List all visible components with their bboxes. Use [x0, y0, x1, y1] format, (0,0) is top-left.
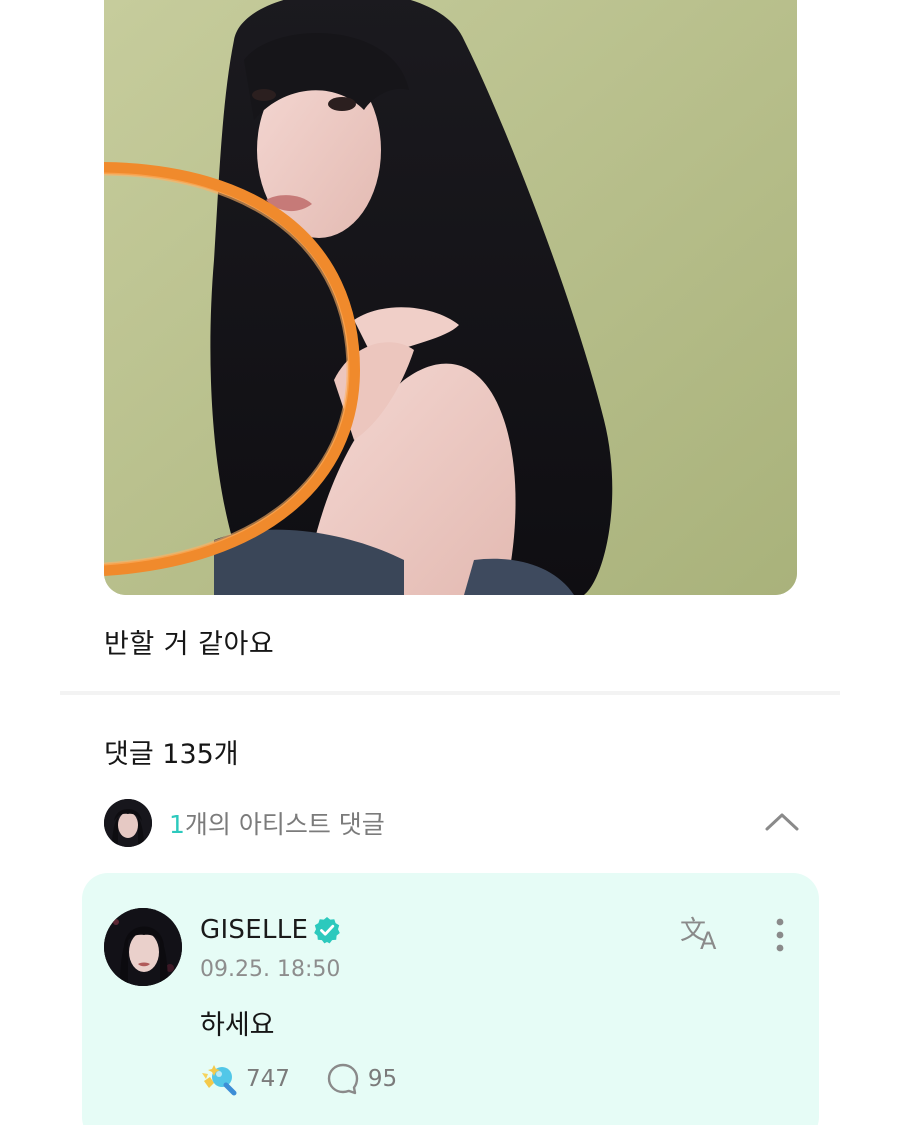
author-name[interactable]: GISELLE — [200, 915, 308, 945]
more-options-icon[interactable] — [770, 915, 790, 955]
comments-count-heading: 댓글 135개 — [104, 732, 239, 771]
reply-count: 95 — [367, 1066, 398, 1092]
post-caption: 반할 거 같아요 — [104, 629, 275, 660]
translate-icon[interactable]: 文 A — [680, 913, 726, 953]
reply-button[interactable]: 95 — [326, 1062, 397, 1096]
artist-comment-card: GISELLE 09.25. 18:50 文 A 하세요 747 95 — [82, 873, 819, 1125]
like-count: 747 — [246, 1066, 290, 1092]
comment-timestamp: 09.25. 18:50 — [200, 957, 341, 982]
like-button[interactable]: 747 — [200, 1061, 290, 1097]
artist-comments-count: 1 — [169, 810, 185, 839]
like-reaction-icon — [202, 1065, 237, 1096]
artist-comments-label: 1개의 아티스트 댓글 — [169, 805, 385, 841]
section-divider — [60, 691, 840, 695]
artist-avatar-small — [104, 799, 152, 847]
speech-bubble-icon — [327, 1063, 359, 1095]
comment-reactions: 747 95 — [200, 1061, 397, 1097]
author-line: GISELLE — [200, 915, 342, 945]
post-image[interactable] — [104, 0, 797, 595]
verified-badge-icon — [314, 917, 341, 944]
author-avatar[interactable] — [104, 908, 182, 986]
chevron-up-icon[interactable] — [764, 807, 800, 837]
artist-comments-toggle[interactable]: 1개의 아티스트 댓글 — [104, 799, 800, 847]
comment-body: 하세요 — [200, 1010, 275, 1041]
comments-heading-text: 댓글 135개 — [104, 739, 239, 770]
svg-text:A: A — [700, 927, 717, 953]
artist-comments-text: 개의 아티스트 댓글 — [184, 810, 385, 839]
post-photo — [104, 0, 797, 595]
